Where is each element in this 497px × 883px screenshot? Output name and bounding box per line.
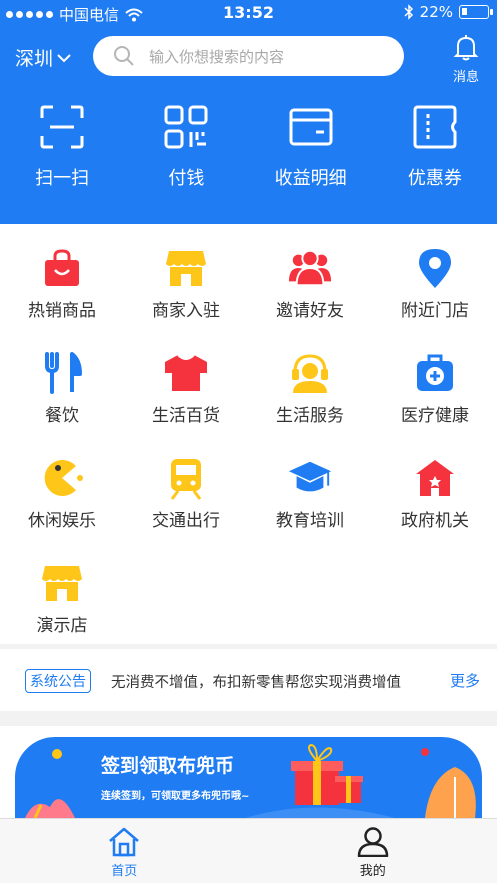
- battery-percent: 22%: [419, 3, 453, 21]
- user-icon: [357, 827, 388, 857]
- notice-more-link[interactable]: 更多: [450, 670, 480, 691]
- tab-label: 我的: [359, 864, 386, 879]
- tshirt-icon: [165, 354, 207, 391]
- shopping-bag-icon: [45, 249, 79, 286]
- category-label: 政府机关: [401, 511, 469, 531]
- wallet-card-icon: [289, 108, 333, 146]
- qrcode-pay-icon: [164, 105, 208, 149]
- bluetooth-icon: [404, 4, 413, 20]
- coupon-icon: [413, 105, 457, 149]
- city-label: 深圳: [15, 48, 54, 70]
- category-label: 休闲娱乐: [28, 511, 96, 531]
- category-label: 医疗健康: [401, 406, 469, 426]
- tab-label: 首页: [111, 864, 138, 879]
- category-label: 邀请好友: [276, 301, 344, 321]
- location-pin-icon: [419, 249, 451, 288]
- category-leisure[interactable]: 休闲娱乐: [0, 434, 124, 539]
- government-building-icon: [416, 460, 454, 496]
- quick-action-coupon[interactable]: 优惠券: [373, 104, 497, 190]
- category-demo-store[interactable]: 演示店: [0, 539, 124, 644]
- home-icon: [109, 827, 140, 857]
- medical-kit-icon: [417, 354, 453, 391]
- header: 中国电信 13:52 22% 深圳 输入你想搜索的内容 消息 扫一扫 付钱 收益…: [0, 0, 497, 224]
- quick-action-earnings[interactable]: 收益明细: [249, 104, 373, 190]
- status-bar: 中国电信 13:52 22%: [0, 0, 497, 26]
- category-education[interactable]: 教育培训: [248, 434, 372, 539]
- store-icon: [42, 566, 82, 601]
- category-catering[interactable]: 餐饮: [0, 329, 124, 434]
- category-invite-friends[interactable]: 邀请好友: [248, 224, 372, 329]
- quick-action-label: 付钱: [168, 168, 205, 189]
- quick-action-pay[interactable]: 付钱: [124, 104, 248, 190]
- notice-tag: 系统公告: [25, 669, 91, 693]
- banner-subtitle: 连续签到，可领取更多布兜币哦~: [101, 791, 250, 802]
- notice-text: 无消费不增值，布扣新零售帮您实现消费增值: [111, 675, 401, 691]
- category-label: 演示店: [36, 616, 88, 636]
- search-input[interactable]: 输入你想搜索的内容: [93, 36, 404, 76]
- category-nearby-stores[interactable]: 附近门店: [373, 224, 497, 329]
- category-grid: 热销商品 商家入驻 邀请好友 附近门店 餐饮 生活百货 生活服务 医疗健康 休闲…: [0, 224, 497, 644]
- category-label: 生活百货: [152, 406, 220, 426]
- headset-service-icon: [292, 354, 328, 393]
- category-label: 热销商品: [28, 301, 96, 321]
- tab-home[interactable]: 首页: [0, 819, 249, 883]
- category-label: 商家入驻: [152, 301, 220, 321]
- message-label: 消息: [452, 70, 479, 85]
- category-label: 附近门店: [401, 301, 469, 321]
- banner-title: 签到领取布兜币: [101, 755, 235, 777]
- banner-decoration-icon: [25, 743, 476, 818]
- store-icon: [166, 251, 206, 286]
- banner-section: 签到领取布兜币 连续签到，可领取更多布兜币哦~: [0, 726, 497, 818]
- train-icon: [170, 459, 202, 500]
- battery-icon: [459, 5, 493, 19]
- bell-icon: [453, 35, 479, 61]
- bottom-tab-bar: 首页 我的: [0, 818, 497, 883]
- city-selector[interactable]: 深圳: [15, 44, 71, 71]
- quick-action-scan[interactable]: 扫一扫: [0, 104, 124, 190]
- users-icon: [288, 249, 332, 287]
- category-life-service[interactable]: 生活服务: [248, 329, 372, 434]
- graduation-cap-icon: [288, 461, 332, 492]
- category-merchant-join[interactable]: 商家入驻: [124, 224, 248, 329]
- checkin-banner[interactable]: 签到领取布兜币 连续签到，可领取更多布兜币哦~: [15, 737, 482, 818]
- category-government[interactable]: 政府机关: [373, 434, 497, 539]
- system-notice-bar[interactable]: 系统公告 无消费不增值，布扣新零售帮您实现消费增值 更多: [0, 649, 497, 711]
- tab-mine[interactable]: 我的: [249, 819, 497, 883]
- category-label: 生活服务: [276, 406, 344, 426]
- category-medical-health[interactable]: 医疗健康: [373, 329, 497, 434]
- scan-icon: [40, 105, 84, 149]
- quick-action-label: 扫一扫: [35, 168, 90, 189]
- quick-action-label: 优惠券: [407, 168, 462, 189]
- search-placeholder: 输入你想搜索的内容: [149, 47, 285, 66]
- quick-action-label: 收益明细: [274, 168, 347, 189]
- category-label: 教育培训: [276, 511, 344, 531]
- chevron-down-icon: [57, 53, 71, 62]
- message-button[interactable]: 消息: [440, 34, 492, 85]
- category-hot-goods[interactable]: 热销商品: [0, 224, 124, 329]
- pacman-icon: [44, 460, 83, 496]
- category-label: 餐饮: [45, 406, 79, 426]
- category-label: 交通出行: [152, 511, 220, 531]
- fork-knife-icon: [45, 352, 82, 394]
- search-icon: [114, 46, 134, 66]
- category-daily-goods[interactable]: 生活百货: [124, 329, 248, 434]
- category-transport[interactable]: 交通出行: [124, 434, 248, 539]
